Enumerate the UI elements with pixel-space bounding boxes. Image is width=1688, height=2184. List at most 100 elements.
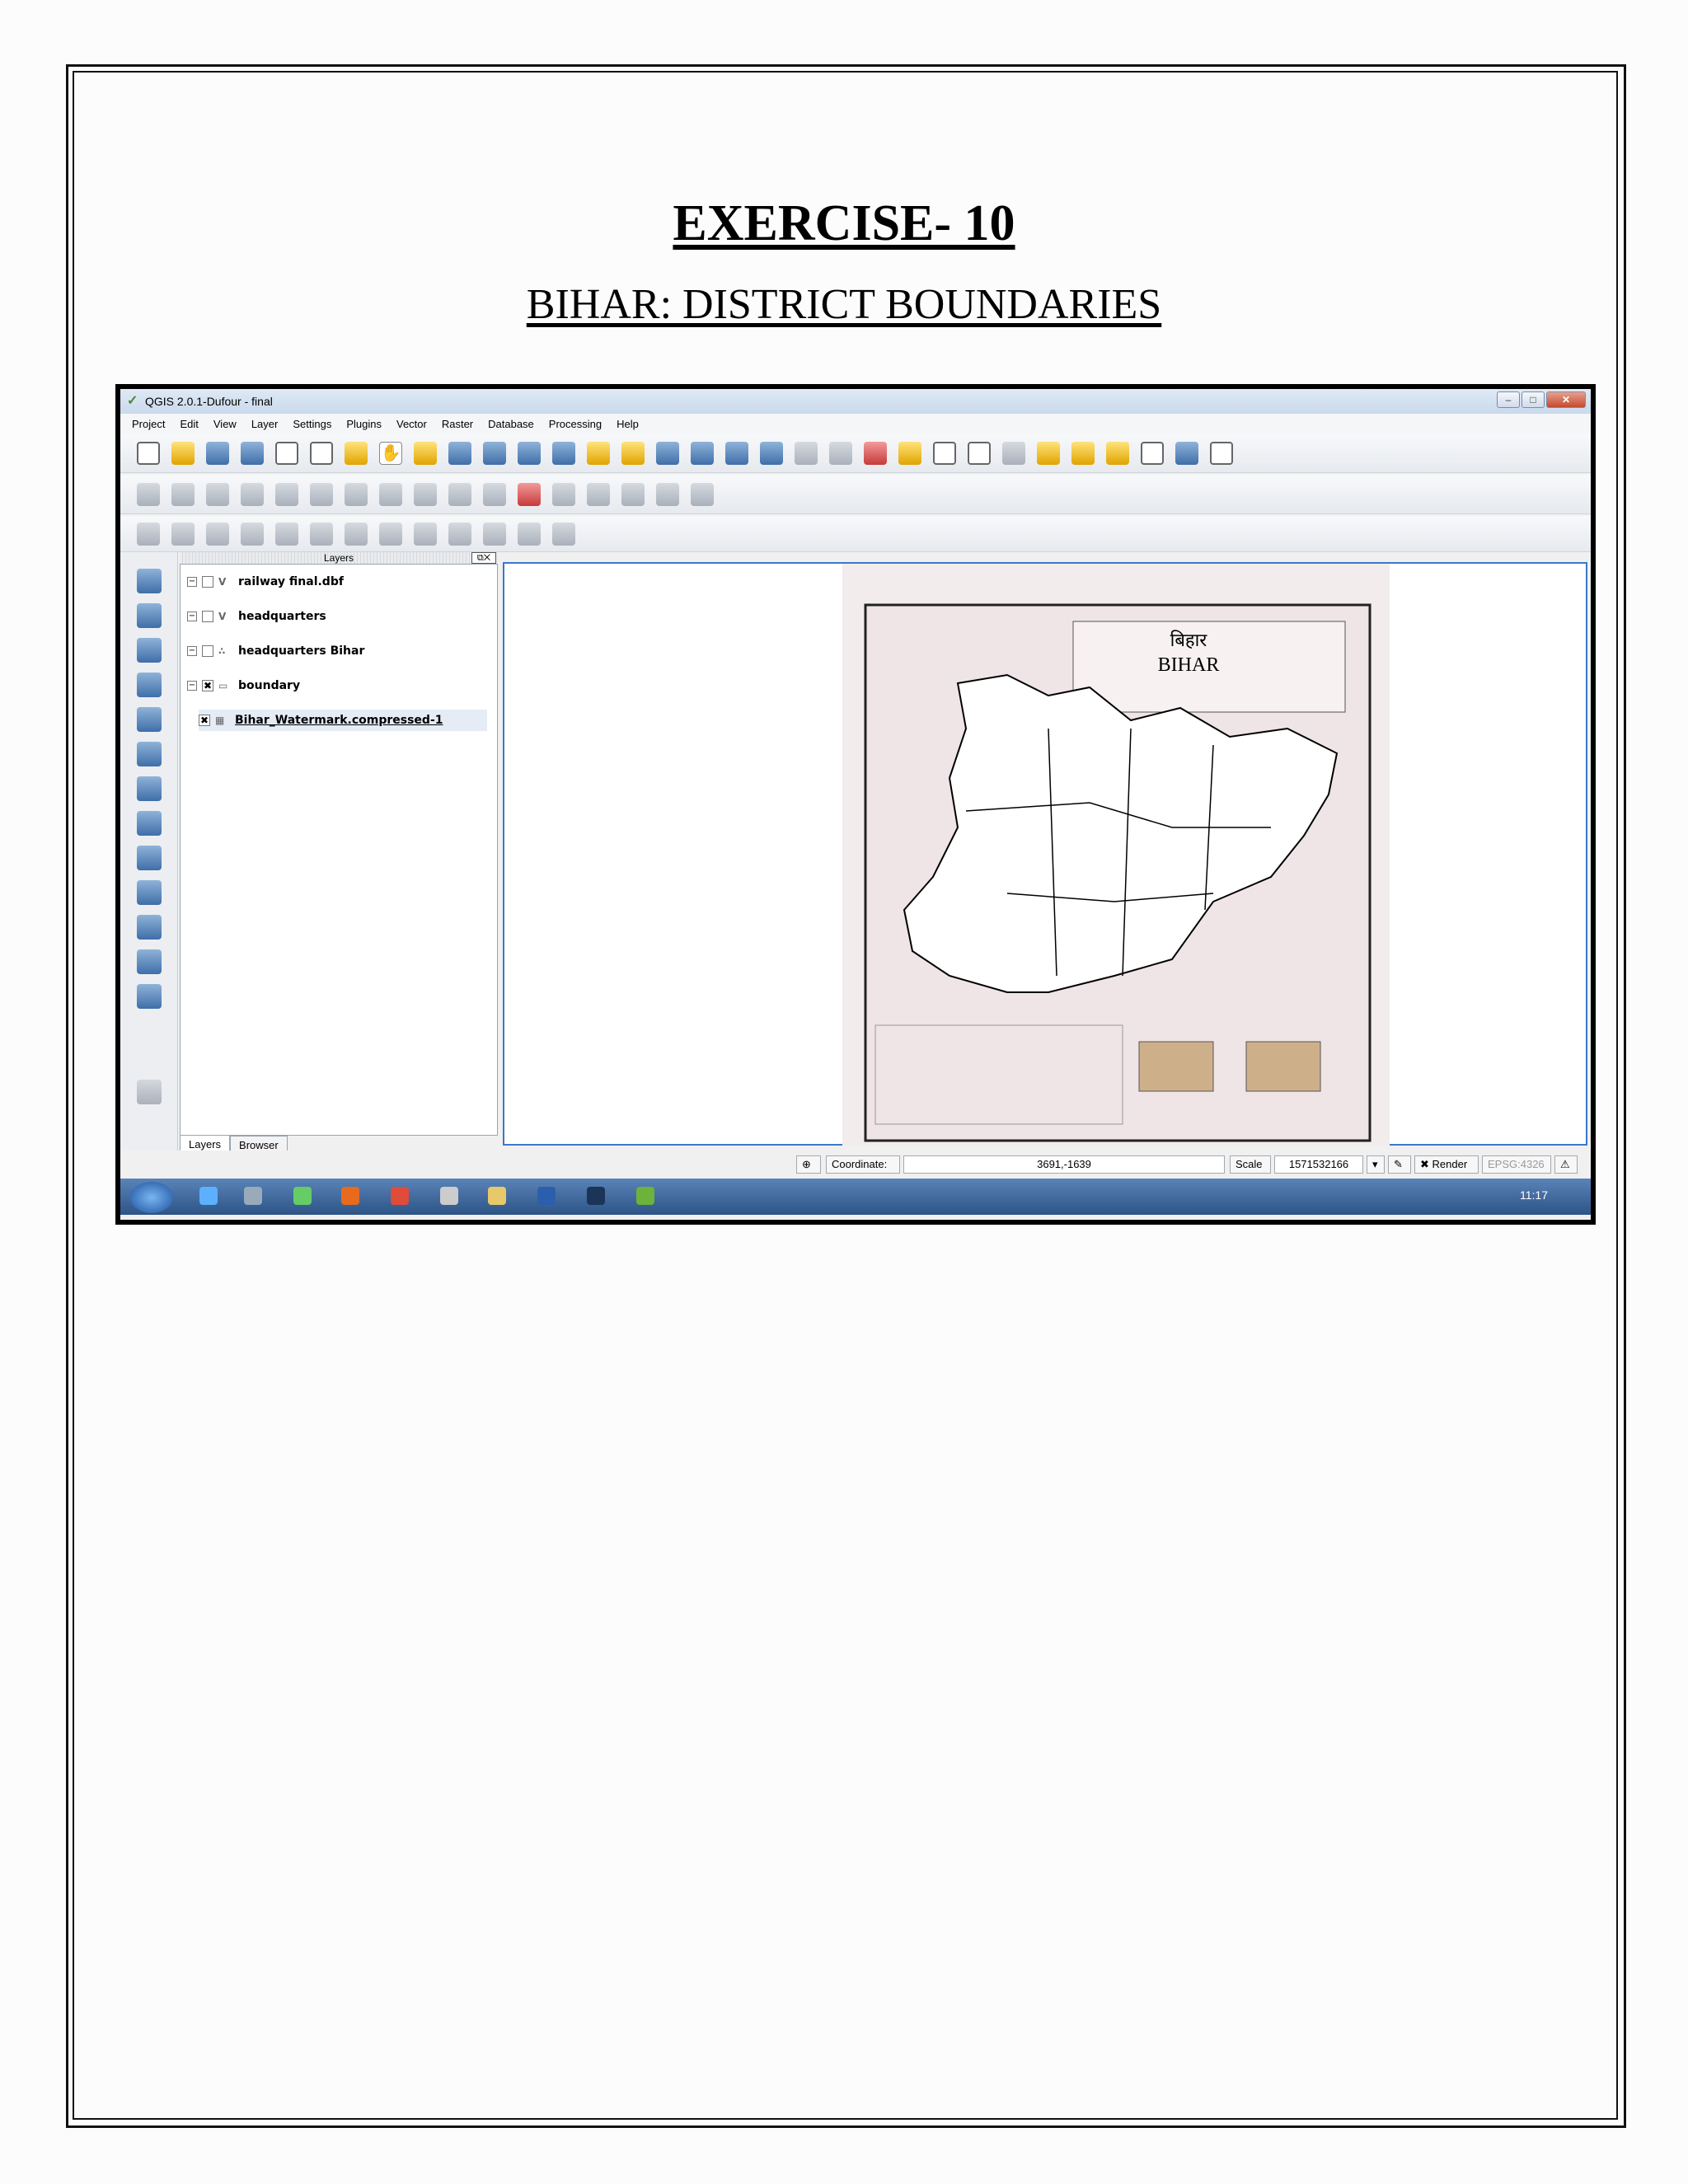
add-wms-layer-icon[interactable]	[137, 776, 162, 801]
qgis-taskbar-icon[interactable]	[636, 1187, 654, 1205]
zoom-to-layer-icon[interactable]	[621, 441, 645, 465]
menu-plugins[interactable]: Plugins	[346, 418, 382, 430]
save-as-icon[interactable]	[241, 441, 264, 465]
menu-settings[interactable]: Settings	[293, 418, 331, 430]
toggle-editing-icon[interactable]	[171, 482, 195, 506]
layer-item[interactable]: − V railway final.dbf	[187, 571, 344, 593]
clock[interactable]: 11:17	[1520, 1188, 1548, 1202]
coordinate-field[interactable]: 3691,-1639	[903, 1155, 1225, 1174]
add-part-icon[interactable]	[275, 522, 298, 546]
delete-part-icon[interactable]	[345, 522, 368, 546]
ie-icon[interactable]	[199, 1187, 218, 1205]
save-project-icon[interactable]	[206, 441, 229, 465]
split-features-icon[interactable]	[448, 522, 471, 546]
delete-ring-icon[interactable]	[310, 522, 333, 546]
pin-labels-icon[interactable]	[552, 482, 575, 506]
add-wfs-layer-icon[interactable]	[137, 846, 162, 870]
layer-checkbox[interactable]: ✖	[199, 715, 210, 726]
maximize-button[interactable]: □	[1522, 391, 1545, 408]
cut-features-icon[interactable]	[379, 482, 402, 506]
layer-checkbox[interactable]: ✖	[202, 680, 213, 691]
add-wcs-layer-icon[interactable]	[137, 811, 162, 836]
layer-labeling-icon[interactable]	[518, 482, 541, 506]
new-project-icon[interactable]	[137, 441, 160, 465]
panel-float-close-icon[interactable]: ⧉✕	[471, 552, 496, 564]
rotate-label-icon[interactable]	[656, 482, 679, 506]
refresh-icon[interactable]	[725, 441, 748, 465]
current-edits-icon[interactable]	[137, 482, 160, 506]
undo-icon[interactable]	[137, 522, 160, 546]
split-parts-icon[interactable]	[483, 522, 506, 546]
start-button[interactable]	[130, 1182, 173, 1213]
menu-edit[interactable]: Edit	[180, 418, 198, 430]
text-annotation-icon[interactable]	[1141, 441, 1164, 465]
reshape-features-icon[interactable]	[379, 522, 402, 546]
map-tips-icon[interactable]	[1037, 441, 1060, 465]
menu-vector[interactable]: Vector	[396, 418, 427, 430]
add-virtual-layer-icon[interactable]	[137, 915, 162, 940]
close-button[interactable]: ✕	[1546, 391, 1586, 408]
zoom-native-icon[interactable]	[518, 441, 541, 465]
menu-project[interactable]: Project	[132, 418, 165, 430]
layer-item[interactable]: − V headquarters	[187, 606, 326, 627]
photoshop-icon[interactable]	[587, 1187, 605, 1205]
menu-help[interactable]: Help	[617, 418, 639, 430]
pan-map-icon[interactable]: ✋	[379, 441, 402, 465]
whats-this-icon[interactable]	[1210, 441, 1233, 465]
zoom-to-selection-icon[interactable]	[587, 441, 610, 465]
menu-processing[interactable]: Processing	[549, 418, 602, 430]
zoom-next-icon[interactable]	[691, 441, 714, 465]
layer-checkbox[interactable]	[202, 645, 213, 657]
app-icon[interactable]	[244, 1187, 262, 1205]
new-print-composer-icon[interactable]	[275, 441, 298, 465]
minimize-button[interactable]: –	[1497, 391, 1520, 408]
new-shapefile-icon[interactable]	[137, 949, 162, 974]
pan-to-selection-icon[interactable]	[414, 441, 437, 465]
add-spatialite-layer-icon[interactable]	[137, 673, 162, 697]
new-layer-dropdown-icon[interactable]	[137, 984, 162, 1009]
picture-viewer-icon[interactable]	[293, 1187, 312, 1205]
measure-line-icon[interactable]	[1002, 441, 1025, 465]
attribute-table-icon[interactable]	[933, 441, 956, 465]
offset-curve-icon[interactable]	[414, 522, 437, 546]
add-vector-layer-icon[interactable]	[137, 569, 162, 593]
app-icon[interactable]	[440, 1187, 458, 1205]
zoom-in-icon[interactable]	[448, 441, 471, 465]
field-calculator-icon[interactable]	[968, 441, 991, 465]
copy-features-icon[interactable]	[414, 482, 437, 506]
rotate-point-symbols-icon[interactable]	[552, 522, 575, 546]
new-bookmark-icon[interactable]	[1071, 441, 1095, 465]
layer-checkbox[interactable]	[202, 576, 213, 588]
move-feature-icon[interactable]	[275, 482, 298, 506]
save-layer-edits-icon[interactable]	[206, 482, 229, 506]
stop-render-icon[interactable]: ✎	[1388, 1155, 1411, 1174]
add-delimited-text-icon[interactable]	[137, 880, 162, 905]
add-raster-layer-icon[interactable]	[137, 603, 162, 628]
toggle-extents-icon[interactable]: ⊕	[796, 1155, 821, 1174]
chrome-icon[interactable]	[391, 1187, 409, 1205]
menu-layer[interactable]: Layer	[251, 418, 279, 430]
firefox-icon[interactable]	[341, 1187, 359, 1205]
explorer-icon[interactable]	[488, 1187, 506, 1205]
layer-item[interactable]: − ✖ ▭ boundary	[187, 675, 300, 696]
node-tool-icon[interactable]	[310, 482, 333, 506]
merge-features-icon[interactable]	[518, 522, 541, 546]
simplify-feature-icon[interactable]	[206, 522, 229, 546]
layer-item[interactable]: ✖ ▦ Bihar_Watermark.compressed-1	[199, 710, 487, 731]
layer-checkbox[interactable]	[202, 611, 213, 622]
map-canvas[interactable]: बिहार BIHAR	[503, 562, 1587, 1146]
add-postgis-layer-icon[interactable]	[137, 638, 162, 663]
menu-database[interactable]: Database	[488, 418, 534, 430]
paste-features-icon[interactable]	[448, 482, 471, 506]
help-contents-icon[interactable]	[1175, 441, 1198, 465]
identify-features-icon[interactable]	[760, 441, 783, 465]
delete-selected-icon[interactable]	[345, 482, 368, 506]
redo-icon[interactable]	[171, 522, 195, 546]
word-icon[interactable]	[537, 1187, 556, 1205]
add-ring-icon[interactable]	[241, 522, 264, 546]
zoom-full-icon[interactable]	[552, 441, 575, 465]
zoom-last-icon[interactable]	[656, 441, 679, 465]
touch-zoom-icon[interactable]	[345, 441, 368, 465]
composer-manager-icon[interactable]	[310, 441, 333, 465]
scale-dropdown-icon[interactable]: ▾	[1367, 1155, 1385, 1174]
